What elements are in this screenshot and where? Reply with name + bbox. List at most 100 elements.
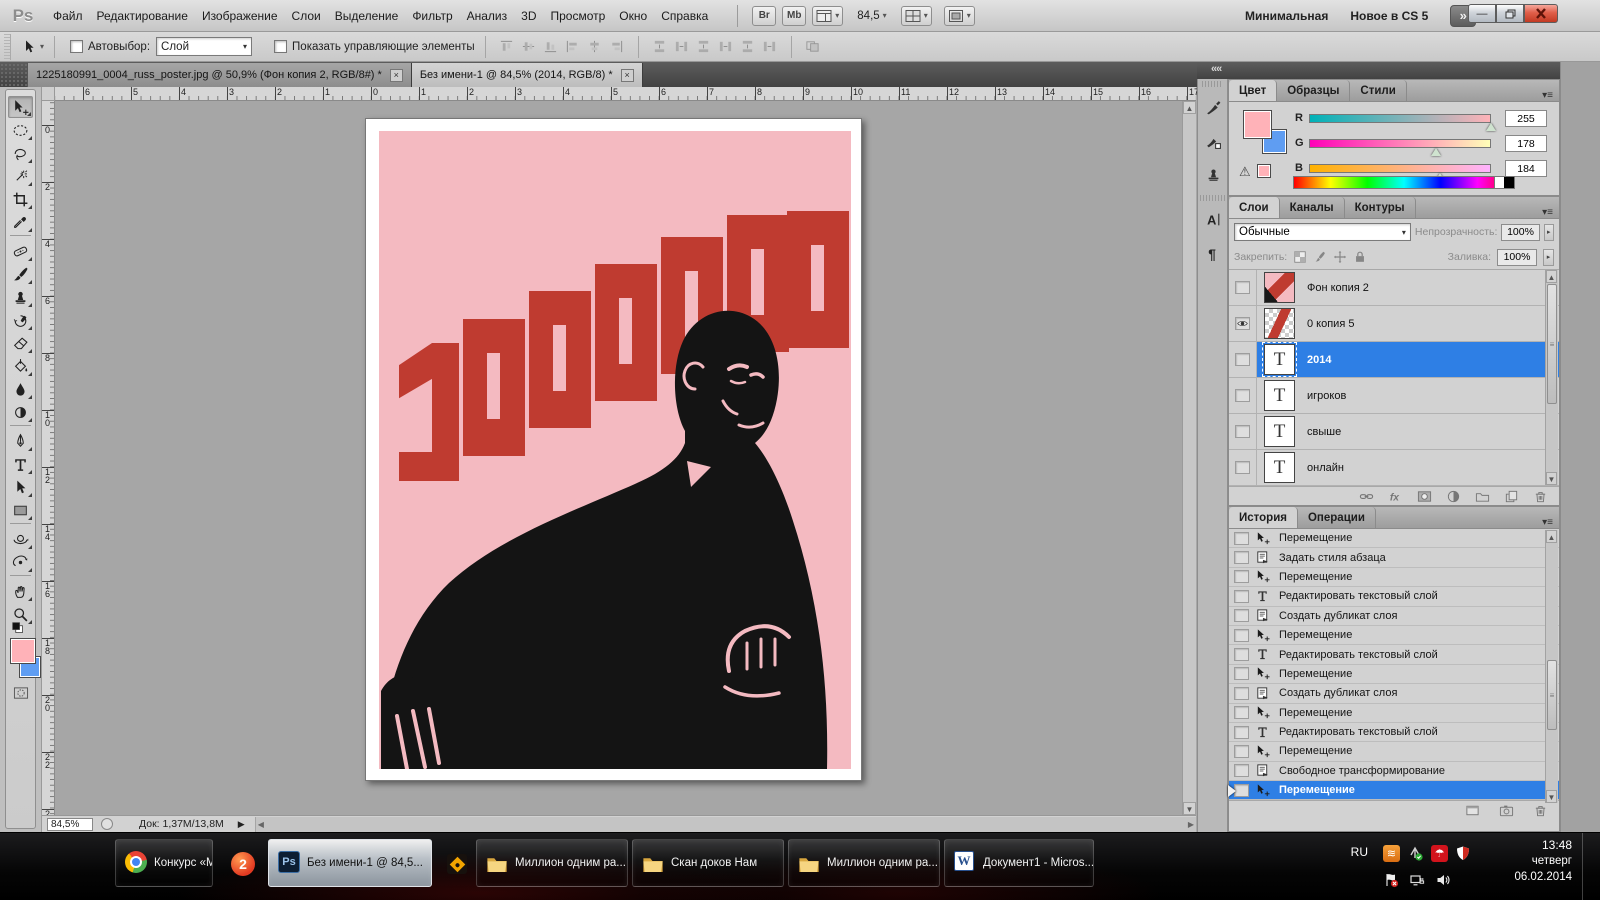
status-zoom-field[interactable]: 84,5% (47, 817, 93, 831)
history-brush-tool[interactable] (8, 309, 33, 331)
align-button-2[interactable] (540, 37, 562, 57)
history-step-7[interactable]: Перемещение (1229, 665, 1559, 685)
spectrum-white[interactable] (1494, 177, 1504, 188)
layer-row-0 копия 5[interactable]: 0 копия 5 (1229, 306, 1559, 342)
menu-Фильтр[interactable]: Фильтр (405, 5, 459, 27)
collapse-panels-icon[interactable]: «« (1211, 63, 1222, 75)
align-button-12[interactable] (759, 37, 781, 57)
history-brush-source-checkbox[interactable] (1234, 783, 1249, 797)
layer-visibility-toggle[interactable] (1229, 342, 1257, 377)
tab-Операции[interactable]: Операции (1298, 507, 1376, 528)
channel-slider-B[interactable] (1309, 164, 1491, 173)
type-tool[interactable] (8, 453, 33, 475)
crop-tool[interactable] (8, 188, 33, 210)
layer-row-2014[interactable]: T 2014 (1229, 342, 1559, 378)
layer-visibility-toggle[interactable] (1229, 306, 1257, 341)
taskbar-icon-daemon[interactable] (440, 845, 474, 883)
action-center-icon[interactable] (1382, 871, 1400, 889)
delete-state-icon[interactable] (1533, 803, 1549, 819)
mini-bridge-button[interactable]: Mb (782, 5, 807, 26)
menu-Изображение[interactable]: Изображение (195, 5, 285, 27)
brush-tool[interactable] (8, 263, 33, 285)
align-button-9[interactable] (693, 37, 715, 57)
menu-Выделение[interactable]: Выделение (328, 5, 406, 27)
align-button-1[interactable] (518, 37, 540, 57)
layers-scroll-down[interactable]: ▼ (1546, 472, 1557, 485)
default-colors-icon[interactable] (11, 622, 25, 634)
orbit-3d-tool[interactable] (8, 551, 33, 573)
opacity-value[interactable]: 100% (1501, 223, 1540, 241)
history-step-5[interactable]: Перемещение (1229, 626, 1559, 646)
tab-Цвет[interactable]: Цвет (1229, 80, 1278, 101)
align-button-14[interactable] (802, 37, 824, 57)
align-button-7[interactable] (649, 37, 671, 57)
history-scroll-down[interactable]: ▼ (1546, 790, 1557, 803)
link-layers-icon[interactable] (1359, 489, 1375, 505)
layer-visibility-toggle[interactable] (1229, 270, 1257, 305)
history-brush-source-checkbox[interactable] (1234, 589, 1249, 603)
history-step-1[interactable]: Задать стиля абзаца (1229, 548, 1559, 568)
history-brush-source-checkbox[interactable] (1234, 531, 1249, 545)
history-brush-source-checkbox[interactable] (1234, 725, 1249, 739)
move-tool[interactable] (8, 96, 33, 118)
layer-style-icon[interactable]: fx (1388, 489, 1404, 505)
workspace-minimal[interactable]: Минимальная (1245, 9, 1328, 23)
horizontal-ruler[interactable]: 6 5 4 3 2 1 0 1 2 3 4 5 6 7 8 9 10 11 12 13 14 15 16 17 (55, 87, 1199, 101)
menu-Просмотр[interactable]: Просмотр (543, 5, 612, 27)
tab-Образцы[interactable]: Образцы (1277, 80, 1351, 101)
foreground-color-swatch[interactable] (1243, 110, 1272, 139)
scroll-right-arrow[interactable]: ▶ (1188, 820, 1194, 829)
channel-thumb-R[interactable] (1486, 123, 1496, 131)
document-tab-1[interactable]: Без имени-1 @ 84,5% (2014, RGB/8) * × (411, 63, 643, 87)
layer-row-онлайн[interactable]: Tонлайн (1229, 450, 1559, 486)
path-selection-tool[interactable] (8, 476, 33, 498)
tab-menu-icon[interactable]: ▾≡ (1536, 517, 1559, 528)
shape-tool[interactable] (8, 499, 33, 521)
history-step-10[interactable]: Редактировать текстовый слой (1229, 723, 1559, 743)
history-step-8[interactable]: Создать дубликат слоя (1229, 684, 1559, 704)
taskbar-item-6[interactable]: Миллион одним ра... (788, 839, 940, 887)
history-brush-source-checkbox[interactable] (1234, 667, 1249, 681)
scroll-up-arrow[interactable]: ▲ (1183, 101, 1196, 114)
history-brush-source-checkbox[interactable] (1234, 764, 1249, 778)
tab-close-icon[interactable]: × (389, 68, 403, 82)
autoselect-checkbox[interactable] (70, 40, 84, 53)
shield-tray-icon[interactable] (1454, 844, 1472, 862)
gamut-color-swatch[interactable] (1257, 164, 1271, 178)
show-transform-controls-checkbox[interactable] (274, 40, 288, 53)
minimize-button[interactable]: — (1468, 4, 1496, 23)
paint-bucket-tool[interactable] (8, 355, 33, 377)
show-desktop-button[interactable] (1582, 833, 1592, 900)
clone-stamp-tool[interactable] (8, 286, 33, 308)
layers-scrollbar[interactable]: ▲ ≡ ▼ (1545, 270, 1558, 485)
zoom-level-dropdown[interactable]: 84,5 ▾ (857, 10, 886, 22)
history-step-9[interactable]: Перемещение (1229, 704, 1559, 723)
guides-button[interactable]: ▾ (812, 5, 844, 26)
channel-slider-R[interactable] (1309, 114, 1491, 123)
history-brush-source-checkbox[interactable] (1234, 706, 1249, 720)
workspace-new-cs5[interactable]: Новое в CS 5 (1350, 9, 1428, 23)
history-step-4[interactable]: Создать дубликат слоя (1229, 607, 1559, 626)
healing-brush-tool[interactable] (8, 240, 33, 262)
taskbar-item-0[interactable]: Конкурс «Миллион ... (115, 839, 213, 887)
canvas-area[interactable] (55, 101, 1182, 815)
taskbar-item-4[interactable]: Миллион одним ра... (476, 839, 628, 887)
history-brush-source-checkbox[interactable] (1234, 648, 1249, 662)
paragraph-panel-button[interactable]: ¶ (1201, 241, 1225, 265)
history-step-13[interactable]: Перемещение (1228, 781, 1559, 801)
menu-Справка[interactable]: Справка (654, 5, 715, 27)
history-brush-source-checkbox[interactable] (1234, 570, 1249, 584)
language-indicator[interactable]: RU (1351, 845, 1368, 859)
eraser-tool[interactable] (8, 332, 33, 354)
network-icon[interactable] (1408, 871, 1426, 889)
blur-tool[interactable] (8, 378, 33, 400)
quick-mask-icon[interactable] (11, 686, 31, 701)
poster-artwork[interactable] (379, 131, 851, 769)
clone-source-panel-button[interactable] (1201, 163, 1225, 187)
layer-visibility-toggle[interactable] (1229, 378, 1257, 413)
delete-layer-icon[interactable] (1533, 489, 1549, 505)
lock-transparency-icon[interactable] (1293, 250, 1307, 264)
lock-pixels-icon[interactable] (1313, 250, 1327, 264)
history-step-12[interactable]: Свободное трансформирование (1229, 762, 1559, 782)
avira-tray-icon[interactable]: ☂ (1430, 844, 1448, 862)
